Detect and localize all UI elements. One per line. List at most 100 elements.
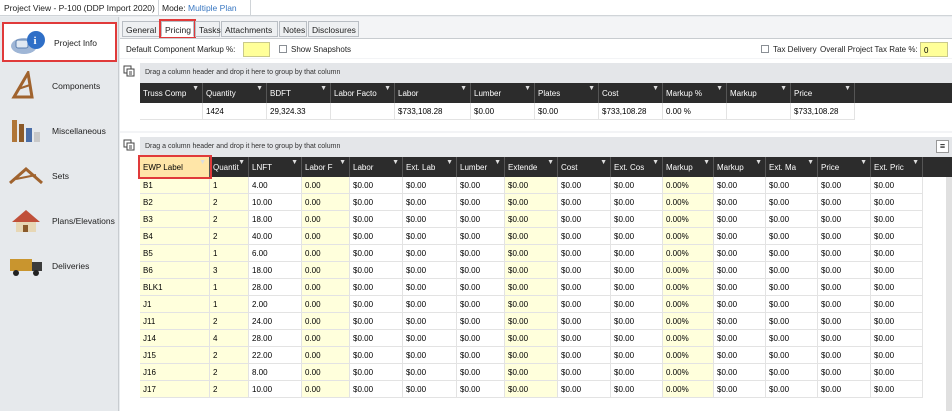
grid-menu-button[interactable]: ≡	[936, 140, 949, 153]
table-cell[interactable]: B5	[140, 245, 210, 262]
column-header-price[interactable]: Price ▼	[818, 157, 871, 177]
table-cell[interactable]: 0.00%	[663, 296, 714, 313]
tab-notes[interactable]: Notes	[279, 21, 307, 37]
table-cell[interactable]: $0.00	[505, 330, 558, 347]
table-cell[interactable]: J14	[140, 330, 210, 347]
table-cell[interactable]: 0.00%	[663, 279, 714, 296]
table-cell[interactable]: 0.00	[302, 313, 350, 330]
filter-icon[interactable]: ▼	[524, 85, 531, 92]
column-header-price[interactable]: Price ▼	[791, 83, 855, 103]
table-row[interactable]: J11 2 24.00 0.00 $0.00 $0.00 $0.00 $0.00 $0.00 $0…	[140, 313, 923, 330]
table-cell[interactable]: $0.00	[505, 211, 558, 228]
table-cell[interactable]: 0.00	[302, 228, 350, 245]
filter-icon[interactable]: ▼	[256, 85, 263, 92]
group-panel-icon[interactable]	[123, 65, 135, 77]
show-snapshots-checkbox[interactable]	[279, 45, 287, 53]
filter-icon[interactable]: ▼	[392, 159, 399, 166]
table-cell[interactable]: 0.00	[302, 381, 350, 398]
table-cell[interactable]: J15	[140, 347, 210, 364]
filter-icon[interactable]: ▼	[238, 159, 245, 166]
tax-rate-input[interactable]: 0	[920, 42, 948, 57]
table-cell[interactable]: 0.00%	[663, 177, 714, 194]
filter-icon[interactable]: ▼	[199, 159, 206, 166]
tax-delivery-checkbox[interactable]	[761, 45, 769, 53]
table-cell[interactable]: 4	[210, 330, 249, 347]
table-row[interactable]: 1424 29,324.33 $733,108.28 $0.00 $0.00 $733,1…	[140, 103, 855, 120]
filter-icon[interactable]: ▼	[703, 159, 710, 166]
sidebar-item-deliveries[interactable]: Deliveries	[2, 247, 117, 287]
table-cell[interactable]: $0.00	[505, 364, 558, 381]
table-cell[interactable]: 0.00	[302, 279, 350, 296]
filter-icon[interactable]: ▼	[446, 159, 453, 166]
table-cell[interactable]: 1	[210, 279, 249, 296]
filter-icon[interactable]: ▼	[320, 85, 327, 92]
table-cell[interactable]: 0.00%	[663, 347, 714, 364]
column-header-quantit[interactable]: Quantit ▼	[210, 157, 249, 177]
filter-icon[interactable]: ▼	[716, 85, 723, 92]
table-row[interactable]: B1 1 4.00 0.00 $0.00 $0.00 $0.00 $0.00 $0.00 $0.0…	[140, 177, 923, 194]
table-row[interactable]: J1 1 2.00 0.00 $0.00 $0.00 $0.00 $0.00 $0.00 $0.0…	[140, 296, 923, 313]
column-header-ext-cos[interactable]: Ext. Cos ▼	[611, 157, 663, 177]
table-row[interactable]: B6 3 18.00 0.00 $0.00 $0.00 $0.00 $0.00 $0.00 $0.…	[140, 262, 923, 279]
table-cell[interactable]: $0.00	[505, 347, 558, 364]
table-cell[interactable]: 0.00%	[663, 262, 714, 279]
table-cell[interactable]: $0.00	[505, 228, 558, 245]
tab-tasks[interactable]: Tasks	[195, 21, 221, 37]
filter-icon[interactable]: ▼	[600, 159, 607, 166]
filter-icon[interactable]: ▼	[547, 159, 554, 166]
table-cell[interactable]: $0.00	[505, 313, 558, 330]
column-header-markup[interactable]: Markup ▼	[714, 157, 766, 177]
filter-icon[interactable]: ▼	[192, 85, 199, 92]
sidebar-item-project-info[interactable]: i Project Info	[2, 22, 117, 62]
sidebar-item-miscellaneous[interactable]: Miscellaneous	[2, 112, 117, 152]
group-by-area[interactable]: Drag a column header and drop it here to…	[140, 137, 952, 157]
group-by-area[interactable]: Drag a column header and drop it here to…	[140, 63, 952, 83]
column-header-labor-f[interactable]: Labor F ▼	[302, 157, 350, 177]
filter-icon[interactable]: ▼	[588, 85, 595, 92]
table-cell[interactable]: 0.00	[302, 262, 350, 279]
table-cell[interactable]: 0.00%	[663, 211, 714, 228]
table-cell[interactable]: 0.00%	[663, 330, 714, 347]
column-header-labor-facto[interactable]: Labor Facto ▼	[331, 83, 395, 103]
filter-icon[interactable]: ▼	[494, 159, 501, 166]
table-cell[interactable]: J11	[140, 313, 210, 330]
table-cell[interactable]: 0.00	[302, 330, 350, 347]
vertical-scrollbar[interactable]	[946, 177, 952, 411]
table-cell[interactable]: 1	[210, 245, 249, 262]
table-row[interactable]: B5 1 6.00 0.00 $0.00 $0.00 $0.00 $0.00 $0.00 $0.0…	[140, 245, 923, 262]
table-cell[interactable]: 0.00%	[663, 381, 714, 398]
default-markup-input[interactable]	[243, 42, 270, 57]
table-cell[interactable]: 2	[210, 194, 249, 211]
filter-icon[interactable]: ▼	[780, 85, 787, 92]
table-cell[interactable]: 0.00	[302, 177, 350, 194]
column-header-truss-comp[interactable]: Truss Comp ▼	[140, 83, 203, 103]
sidebar-item-plans-elevations[interactable]: Plans/Elevations	[2, 202, 117, 242]
column-header-markup[interactable]: Markup % ▼	[663, 83, 727, 103]
column-header-lumber[interactable]: Lumber ▼	[471, 83, 535, 103]
column-header-bdft[interactable]: BDFT ▼	[267, 83, 331, 103]
tab-attachments[interactable]: Attachments	[221, 21, 278, 37]
table-row[interactable]: BLK1 1 28.00 0.00 $0.00 $0.00 $0.00 $0.00 $0.00 $…	[140, 279, 923, 296]
column-header-lnft[interactable]: LNFT ▼	[249, 157, 302, 177]
table-cell[interactable]: $0.00	[505, 381, 558, 398]
filter-icon[interactable]: ▼	[807, 159, 814, 166]
filter-icon[interactable]: ▼	[291, 159, 298, 166]
table-cell[interactable]: $0.00	[505, 245, 558, 262]
table-cell[interactable]: $0.00	[505, 296, 558, 313]
table-row[interactable]: B3 2 18.00 0.00 $0.00 $0.00 $0.00 $0.00 $0.00 $0.…	[140, 211, 923, 228]
table-cell[interactable]: 0.00	[302, 245, 350, 262]
table-cell[interactable]: 2	[210, 313, 249, 330]
table-cell[interactable]: B1	[140, 177, 210, 194]
filter-icon[interactable]: ▼	[652, 159, 659, 166]
table-cell[interactable]: 0.00	[302, 194, 350, 211]
table-row[interactable]: J15 2 22.00 0.00 $0.00 $0.00 $0.00 $0.00 $0.00 $0…	[140, 347, 923, 364]
filter-icon[interactable]: ▼	[460, 85, 467, 92]
table-cell[interactable]: B4	[140, 228, 210, 245]
table-cell[interactable]: 2	[210, 228, 249, 245]
table-cell[interactable]: 0.00%	[663, 313, 714, 330]
filter-icon[interactable]: ▼	[860, 159, 867, 166]
filter-icon[interactable]: ▼	[912, 159, 919, 166]
table-row[interactable]: J14 4 28.00 0.00 $0.00 $0.00 $0.00 $0.00 $0.00 $0…	[140, 330, 923, 347]
column-header-extende[interactable]: Extende ▼	[505, 157, 558, 177]
column-header-cost[interactable]: Cost ▼	[558, 157, 611, 177]
